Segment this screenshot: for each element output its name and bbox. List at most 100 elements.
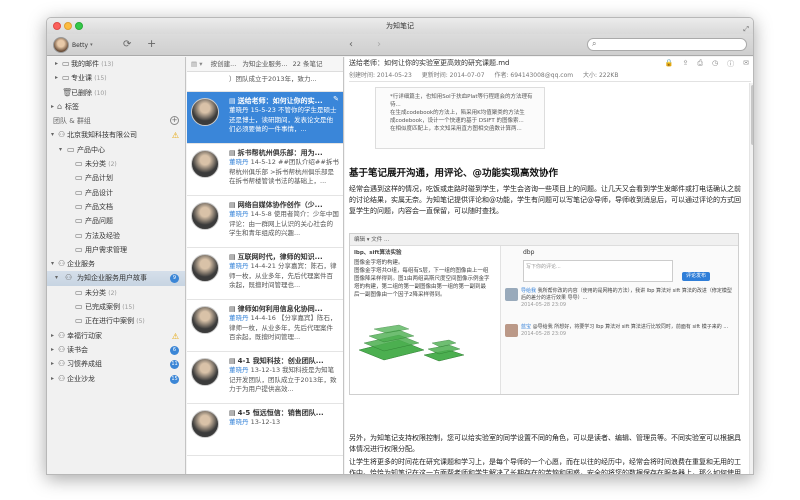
list-item[interactable]: ▤ 拆书帮杭州俱乐部：用为... 董晓丹 14-5-12 ##团队介绍##拆书帮杭…: [187, 144, 343, 196]
note-list-header: ▤ ▾ 按创建... 为知企业服务... 22 条笔记: [187, 57, 343, 72]
list-item[interactable]: ▤ 4-1 我知科技：创业团队... 董晓丹 13-12-13 我知科技是为知笔记…: [187, 352, 343, 404]
note-thumbnail: [191, 358, 219, 386]
paragraph: 经常会遇到这样的情况，吃饭或走路时碰到学生，学生会咨询一些项目上的问题。让几天又…: [349, 185, 741, 215]
sidebar-item-enterprise[interactable]: ▾ ⚇ 企业服务: [47, 257, 185, 271]
screenshot-toolbar: 编辑 ▾ 文件 ...: [350, 234, 738, 246]
note-thumbnail: [191, 306, 219, 334]
sidebar-item-methods[interactable]: ▭ 方法及经验: [47, 229, 185, 243]
unread-badge: 6: [170, 345, 179, 355]
sidebar-item-salon[interactable]: ▸ ⚇ 企业沙龙 15: [47, 372, 185, 386]
sidebar-item-user-stories[interactable]: ▾ ⚇ 为知企业服务用户故事 9: [47, 271, 185, 286]
sidebar-item-company[interactable]: ▾ ⚇ 北京我知科技有限公司 ⚠: [47, 128, 185, 142]
username: Betty: [72, 41, 89, 49]
sidebar-item-book-club[interactable]: ▸ ⚇ 读书会 6: [47, 343, 185, 357]
sidebar-item-product-center[interactable]: ▾ ▭ 产品中心: [47, 143, 185, 157]
new-note-icon[interactable]: +: [147, 37, 156, 50]
app-window: 为知笔记 ⤢ Betty ▾ ⟳ + ‹ › ⌕ ▸ ▭ 我的邮件 (13) ▸…: [46, 17, 754, 475]
folder-icon: ▭: [67, 144, 75, 154]
share-icon[interactable]: ⇪: [683, 59, 689, 69]
document-icon: ▤: [229, 305, 236, 313]
list-item[interactable]: ）团队成立于2013年，致力...: [187, 72, 343, 92]
list-item[interactable]: ▤ 网络自媒体协作创作（少... 董晓丹 14-5-8 使用者简介：少年中国评论：…: [187, 196, 343, 248]
view-toggle-icon[interactable]: ▤ ▾: [191, 60, 202, 68]
sidebar-item-requirements[interactable]: ▭ 用户需求管理: [47, 243, 185, 257]
sidebar-item-course[interactable]: ▸ ▭ 专业课 (15): [47, 71, 185, 85]
info-icon[interactable]: ⓘ: [727, 59, 734, 69]
avatar: [53, 37, 69, 53]
sort-dropdown[interactable]: 按创建...: [211, 60, 237, 68]
chevron-right-icon: ▸: [51, 374, 55, 382]
group-icon: ⚇: [58, 373, 66, 383]
note-thumbnail: [191, 98, 219, 126]
comment-row: 导给我 我所帮你改的内容（使用的是网格的方法），我讲 lbp 算法对 sift …: [505, 288, 736, 310]
note-list: ▤ ▾ 按创建... 为知企业服务... 22 条笔记 ）团队成立于2013年，…: [187, 57, 344, 474]
embedded-screenshot: 编辑 ▾ 文件 ... lbp、sift算法实验 图像金字塔的构建。 图像金字塔…: [349, 233, 739, 395]
folder-icon: ▭: [75, 187, 83, 197]
list-item[interactable]: ✎ ▤ 送给老师：如何让你的实... 董晓丹 15-5-23 不管你的学生是硕士还…: [187, 92, 343, 144]
chevron-down-icon: ▾: [90, 42, 93, 48]
warning-icon: ⚠: [171, 131, 179, 141]
add-group-button[interactable]: +: [170, 116, 179, 126]
folder-icon: ▭: [75, 201, 83, 211]
sidebar-section-teams: 团队 & 群组 +: [53, 116, 179, 126]
chevron-right-icon: ▸: [51, 331, 55, 339]
title-bar: 为知笔记 ⤢: [47, 18, 753, 34]
history-icon[interactable]: ◷: [712, 59, 718, 69]
group-icon: ⚇: [58, 130, 66, 140]
note-thumbnail: [191, 150, 219, 178]
screenshot-comments: dbp 写下你的评论... 评论发布 导给我 我所帮你改的内容（使用的是网格的方…: [500, 246, 738, 394]
search-input[interactable]: ⌕: [587, 38, 747, 51]
content-scrollbar[interactable]: [749, 83, 753, 474]
tag-icon: ⌂: [57, 101, 63, 111]
sidebar-item-ongoing-cases[interactable]: ▭ 正在进行中案例 (5): [47, 314, 185, 328]
sidebar-item-habits[interactable]: ▸ ⚇ 习惯养成组 11: [47, 357, 185, 371]
sidebar-item-happiness[interactable]: ▸ ⚇ 幸福行动家 ⚠: [47, 329, 185, 343]
folder-icon: ▭: [75, 230, 83, 240]
folder-icon: ▭: [75, 316, 83, 326]
folder-icon: ▭: [75, 302, 83, 312]
sidebar-item-uncategorized-2[interactable]: ▭ 未分类 (2): [47, 286, 185, 300]
note-count: 22 条笔记: [292, 60, 323, 68]
scrollbar-thumb[interactable]: [751, 85, 753, 145]
chevron-right-icon: ▸: [51, 360, 55, 368]
list-item[interactable]: ▤ 律师如何利用信息化协同... 董晓丹 14-4-16 【分享嘉宾】陈石，律师一…: [187, 300, 343, 352]
chevron-right-icon: ▸: [51, 345, 55, 353]
sidebar-item-product-plan[interactable]: ▭ 产品计划: [47, 171, 185, 185]
zoom-window-button[interactable]: [75, 22, 83, 30]
minimize-window-button[interactable]: [64, 22, 72, 30]
note-body[interactable]: *行详细篇主，也知用Sol于扶血Plat等行程题会的方法理有待... 在生成co…: [345, 83, 753, 474]
note-viewer: 送给老师：如何让你的实验室更高效的研究课题.md 🔒 ⇪ ⎙ ◷ ⓘ ✉ 创建时…: [345, 57, 753, 474]
group-icon: ⚇: [58, 259, 66, 269]
sidebar-item-product-design[interactable]: ▭ 产品设计: [47, 186, 185, 200]
pyramid-figure: [358, 324, 465, 362]
sidebar-item-completed-cases[interactable]: ▭ 已完成案例 (15): [47, 300, 185, 314]
sidebar-item-trash[interactable]: 🗑 已删除 (10): [47, 86, 185, 100]
unread-badge: 15: [170, 374, 179, 384]
sidebar-item-tags[interactable]: ▸ ⌂ 标签: [47, 100, 185, 114]
document-icon: ▤: [229, 201, 236, 209]
search-icon: ⌕: [592, 39, 597, 48]
document-icon: ▤: [229, 149, 236, 157]
sidebar-item-uncategorized[interactable]: ▭ 未分类 (2): [47, 157, 185, 171]
folder-icon: ▭: [75, 216, 83, 226]
lock-icon[interactable]: 🔒: [665, 59, 674, 69]
sidebar-item-mail[interactable]: ▸ ▭ 我的邮件 (13): [47, 57, 185, 71]
pdf-icon[interactable]: ⎙: [697, 59, 703, 69]
forward-arrow-icon[interactable]: ›: [377, 39, 381, 50]
sync-icon[interactable]: ⟳: [123, 39, 131, 50]
comment-icon[interactable]: ✉: [743, 59, 749, 69]
close-window-button[interactable]: [53, 22, 61, 30]
window-title: 为知笔记: [386, 22, 414, 30]
chevron-down-icon: ▾: [59, 145, 63, 153]
account-menu[interactable]: Betty ▾: [53, 37, 93, 53]
attachment-icon: ✎: [333, 95, 339, 103]
embedded-image: *行详细篇主，也知用Sol于扶血Plat等行程题会的方法理有待... 在生成co…: [375, 87, 545, 149]
section-heading: 基于笔记展开沟通，用评论、@功能实现高效协作: [349, 168, 559, 179]
unread-badge: 11: [170, 360, 179, 370]
folder-icon: ▭: [62, 73, 70, 83]
sidebar-item-product-issues[interactable]: ▭ 产品问题: [47, 214, 185, 228]
back-arrow-icon[interactable]: ‹: [349, 39, 353, 50]
sidebar-item-product-docs[interactable]: ▭ 产品文档: [47, 200, 185, 214]
list-item[interactable]: ▤ 互联网时代，律师的知识... 董晓丹 14-4-21 分享嘉宾：陈石，律师一枚…: [187, 248, 343, 300]
list-item[interactable]: ▤ 4-5 恒远恒信：销售团队... 董晓丹 13-12-13: [187, 404, 343, 456]
